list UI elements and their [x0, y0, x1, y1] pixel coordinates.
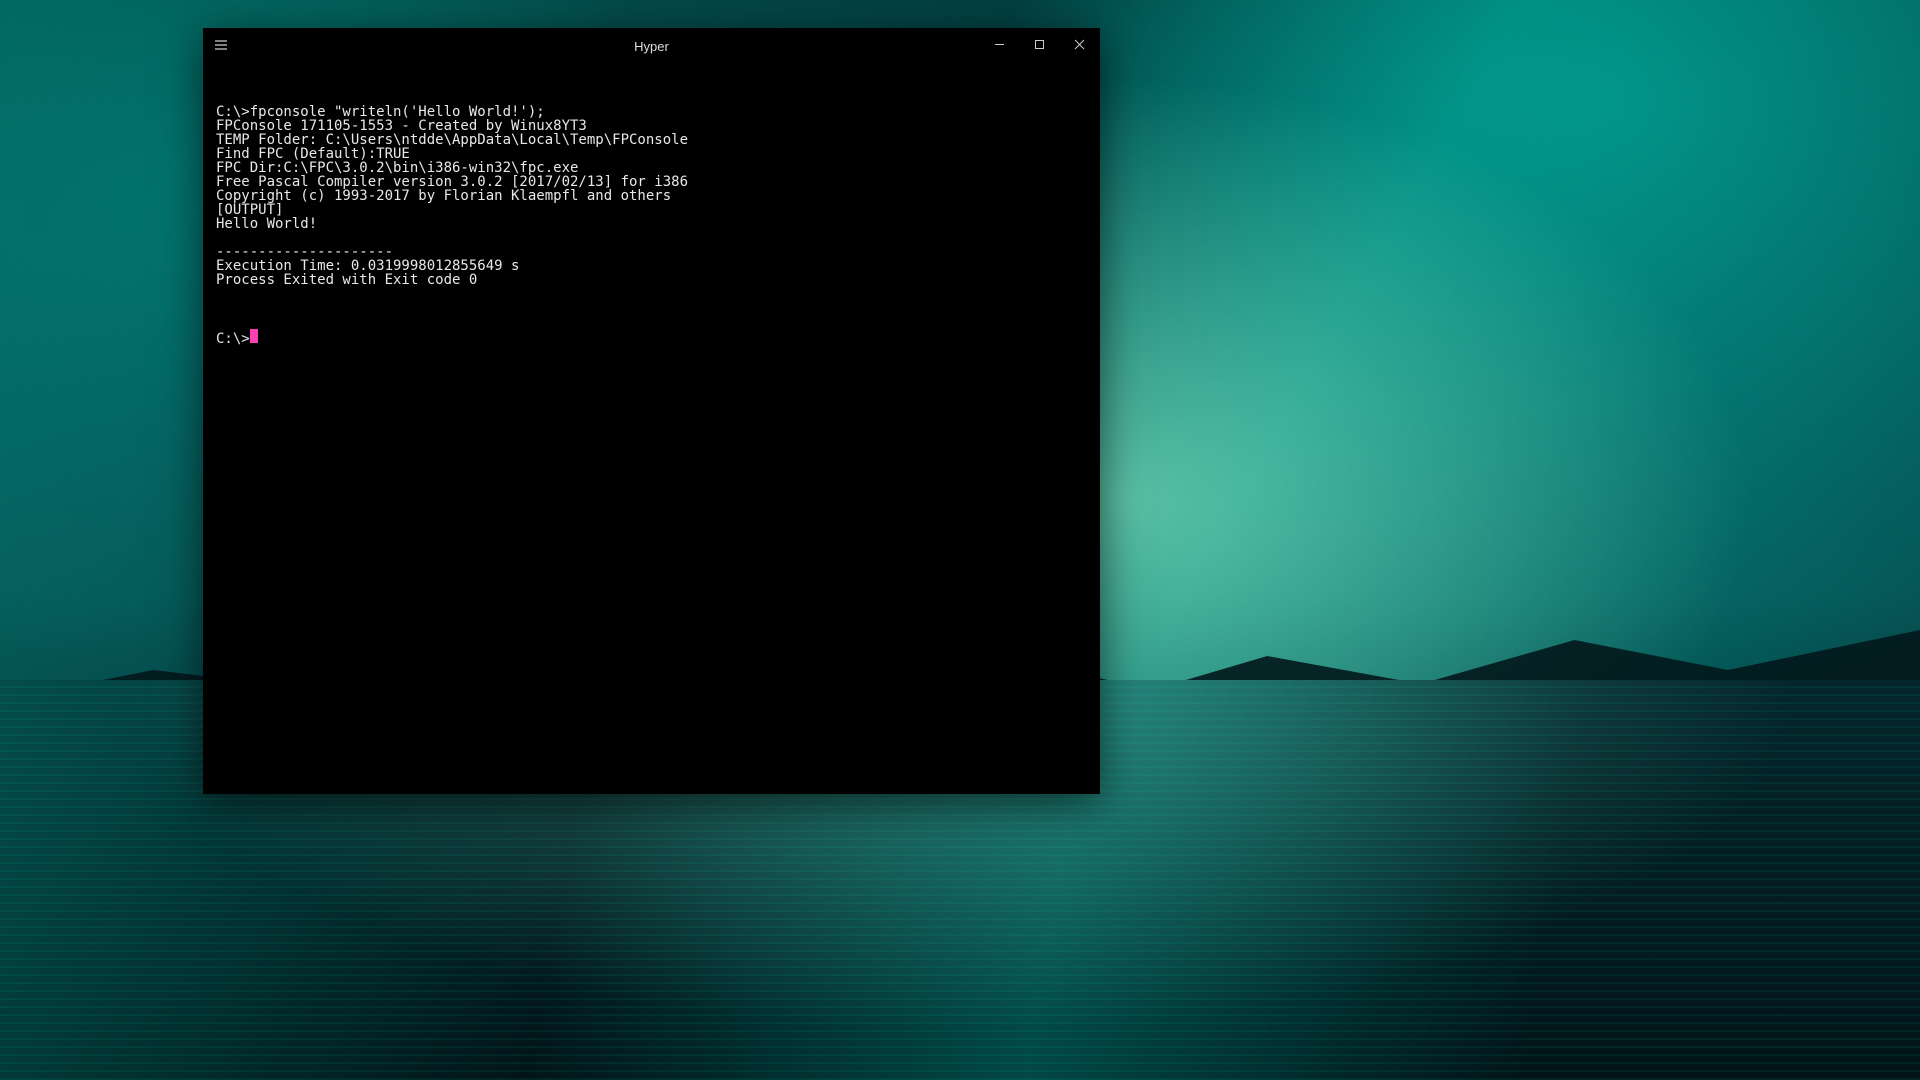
terminal-line: TEMP Folder: C:\Users\ntdde\AppData\Loca… — [216, 133, 1087, 147]
terminal-line: FPConsole 171105-1553 - Created by Winux… — [216, 119, 1087, 133]
terminal-line: Process Exited with Exit code 0 — [216, 273, 1087, 287]
terminal-prompt-line: C:\> — [216, 329, 1087, 346]
terminal-line: FPC Dir:C:\FPC\3.0.2\bin\i386-win32\fpc.… — [216, 161, 1087, 175]
terminal-line: Find FPC (Default):TRUE — [216, 147, 1087, 161]
window-title: Hyper — [204, 39, 1099, 54]
terminal-prompt: C:\> — [216, 332, 250, 346]
terminal-line — [216, 287, 1087, 301]
minimize-icon — [994, 39, 1005, 53]
terminal-output[interactable]: C:\>fpconsole "writeln('Hello World!');F… — [204, 63, 1099, 793]
close-button[interactable] — [1059, 29, 1099, 63]
hamburger-menu-button[interactable] — [204, 29, 238, 63]
maximize-button[interactable] — [1019, 29, 1059, 63]
terminal-line: --------------------- — [216, 245, 1087, 259]
titlebar[interactable]: Hyper — [204, 29, 1099, 63]
terminal-window: Hyper C:\>fpconsole "writeln('Hello Worl… — [203, 28, 1100, 794]
window-controls — [979, 29, 1099, 63]
close-icon — [1074, 39, 1085, 53]
terminal-line: Hello World! — [216, 217, 1087, 231]
minimize-button[interactable] — [979, 29, 1019, 63]
maximize-icon — [1034, 39, 1045, 53]
terminal-line: C:\>fpconsole "writeln('Hello World!'); — [216, 105, 1087, 119]
terminal-line — [216, 231, 1087, 245]
terminal-line: [OUTPUT] — [216, 203, 1087, 217]
cursor-icon — [250, 329, 258, 343]
terminal-line: Copyright (c) 1993-2017 by Florian Klaem… — [216, 189, 1087, 203]
terminal-line: Execution Time: 0.0319998012855649 s — [216, 259, 1087, 273]
terminal-line: Free Pascal Compiler version 3.0.2 [2017… — [216, 175, 1087, 189]
hamburger-icon — [214, 38, 228, 55]
